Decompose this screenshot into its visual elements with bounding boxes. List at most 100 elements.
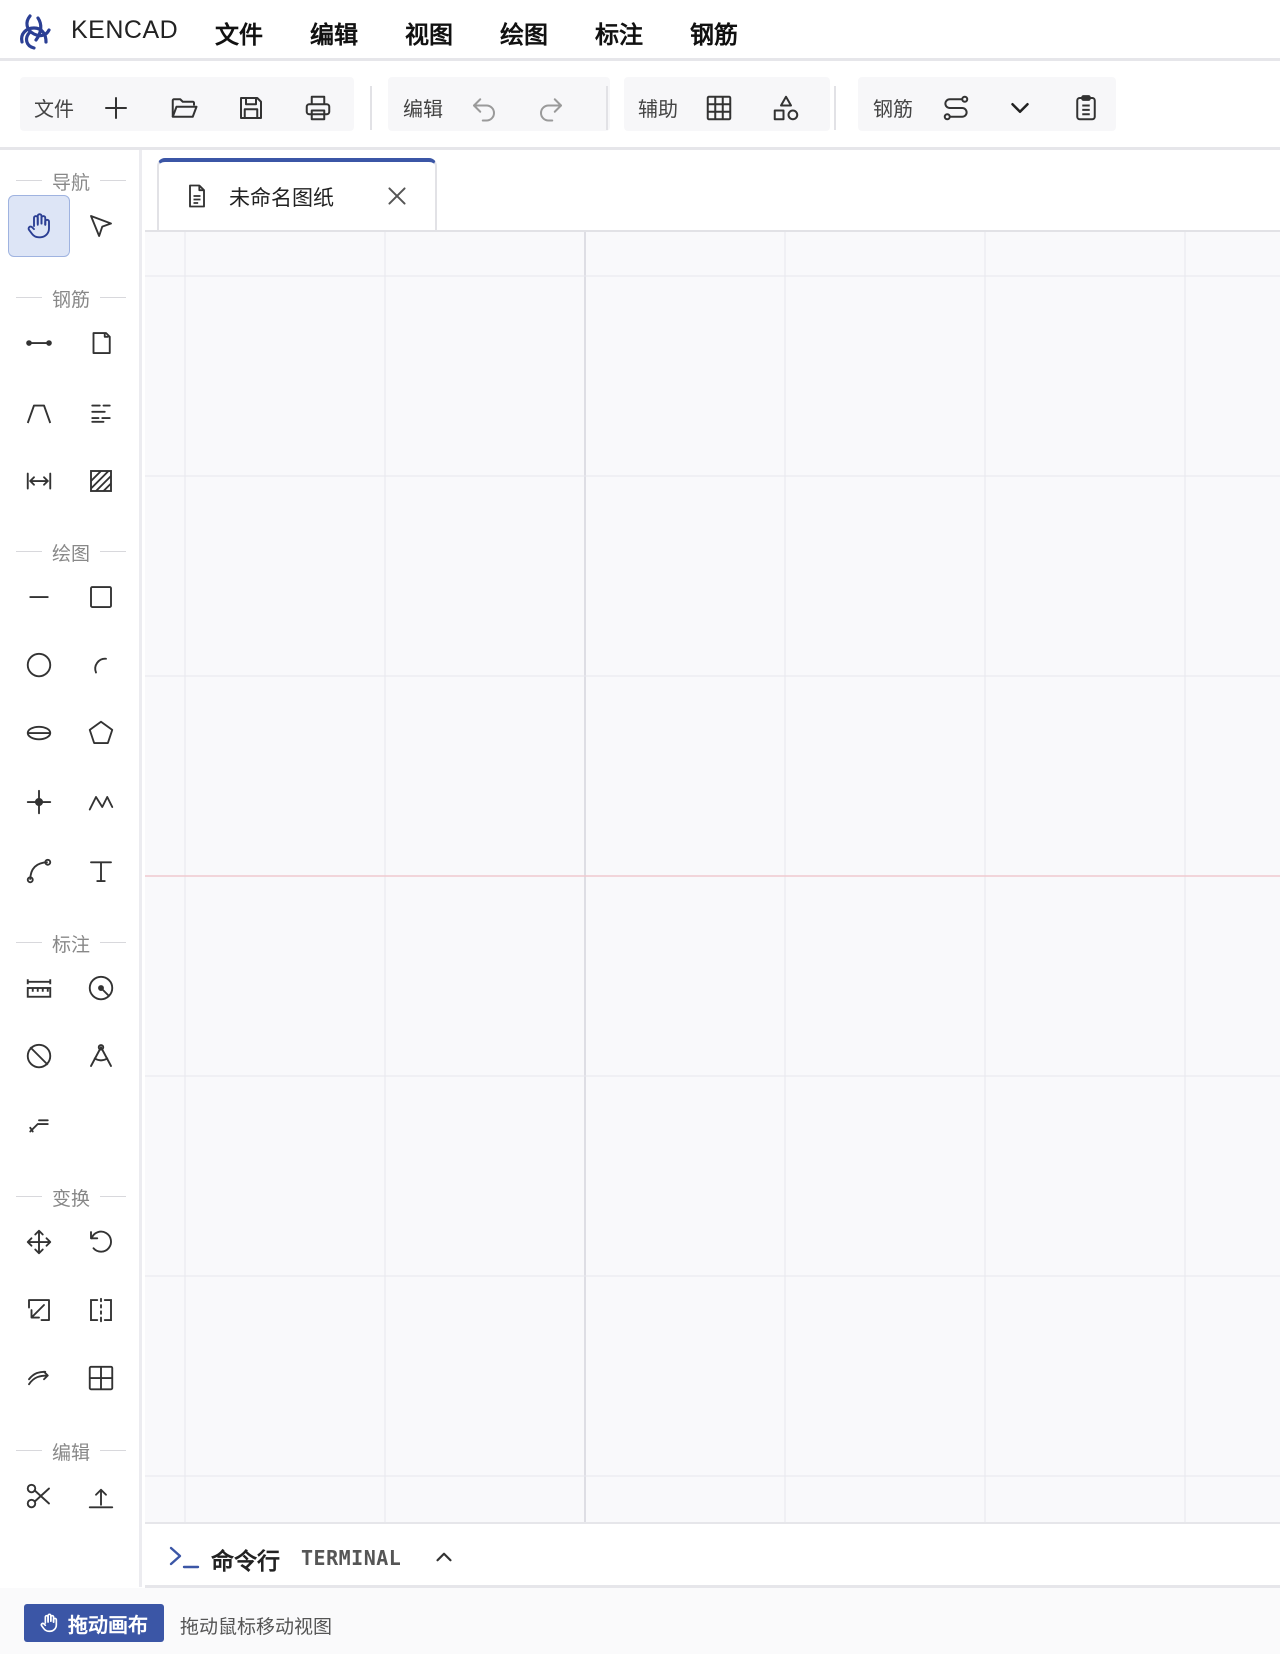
leader-icon (29, 1119, 49, 1133)
bent-bar-icon (26, 404, 52, 424)
redo-button[interactable] (529, 88, 573, 128)
toolbar-edit-label: 编辑 (403, 97, 443, 121)
new-file-button[interactable] (94, 88, 138, 128)
mirror-tool[interactable] (70, 1279, 132, 1341)
menu-rebar[interactable]: 钢筋 (690, 15, 738, 50)
line-tool[interactable] (8, 566, 70, 628)
point-cross-icon (26, 789, 52, 815)
rebar-span-tool[interactable] (8, 450, 70, 512)
polyline-tool[interactable] (70, 771, 132, 833)
rotate-ccw-icon (90, 1230, 112, 1253)
rectangle-tool[interactable] (70, 566, 132, 628)
array-tool[interactable] (70, 1347, 132, 1409)
toolbar-separator (606, 86, 608, 130)
snap-shapes-button[interactable] (764, 88, 808, 128)
ruler-icon (26, 979, 52, 998)
open-file-button[interactable] (162, 88, 206, 128)
status-message: 拖动鼠标移动视图 (180, 1616, 333, 1638)
stirrup-tool[interactable] (70, 312, 132, 374)
pentagon-icon (88, 720, 114, 744)
scale-tool[interactable] (8, 1279, 70, 1341)
offset-tool[interactable] (8, 1347, 70, 1409)
text-tool[interactable] (70, 840, 132, 902)
close-icon (388, 187, 406, 205)
current-mode-button[interactable]: 拖动画布 (24, 1604, 164, 1642)
scale-arrow-icon (28, 1299, 50, 1321)
point-tool[interactable] (8, 771, 70, 833)
compass-angle-icon (90, 1044, 112, 1067)
bent-rebar-tool[interactable] (8, 382, 70, 444)
spline-tool[interactable] (8, 840, 70, 902)
menu-bar: KENCAD 文件 编辑 视图 绘图 标注 钢筋 (0, 0, 1280, 61)
grid-toggle-button[interactable] (697, 88, 741, 128)
rebar-dropdown-button[interactable] (998, 88, 1042, 128)
linear-dimension-tool[interactable] (8, 957, 70, 1019)
section-title-dimension: 标注 (0, 930, 139, 957)
arc-tool[interactable] (70, 634, 132, 696)
terminal-bar[interactable]: 命令行 TERMINAL (145, 1522, 1280, 1588)
select-tool[interactable] (70, 195, 132, 257)
undo-button[interactable] (462, 88, 506, 128)
arc-icon (94, 657, 107, 674)
current-mode-label: 拖动画布 (68, 1612, 148, 1637)
document-tab-title: 未命名图纸 (229, 186, 334, 210)
diameter-dimension-tool[interactable] (8, 1025, 70, 1087)
rebar-area-tool[interactable] (70, 450, 132, 512)
document-icon (189, 184, 205, 208)
toolbar-file-label: 文件 (34, 97, 74, 121)
straight-rebar-tool[interactable] (8, 312, 70, 374)
document-tab[interactable]: 未命名图纸 (157, 158, 437, 230)
angle-dimension-tool[interactable] (70, 1025, 132, 1087)
move-arrows-icon (26, 1229, 52, 1255)
rebar-path-button[interactable] (934, 88, 978, 128)
section-title-nav: 导航 (0, 168, 139, 195)
plus-icon (105, 97, 127, 119)
drawing-canvas[interactable] (145, 232, 1280, 1522)
hand-icon (40, 1613, 58, 1633)
chevron-up-icon (436, 1552, 452, 1562)
print-button[interactable] (296, 88, 340, 128)
trim-tool[interactable] (8, 1465, 70, 1527)
save-button[interactable] (229, 88, 273, 128)
text-t-icon (90, 861, 112, 882)
terminal-title: 命令行 (211, 1549, 280, 1575)
terminal-expand-button[interactable] (427, 1540, 461, 1574)
pan-tool[interactable] (8, 195, 70, 257)
leader-annotation-tool[interactable] (8, 1093, 70, 1155)
line-with-dots-icon (26, 340, 52, 346)
menu-view[interactable]: 视图 (405, 15, 453, 50)
rotate-tool[interactable] (70, 1211, 132, 1273)
diameter-icon (26, 1043, 52, 1069)
menu-dimension[interactable]: 标注 (595, 15, 643, 50)
menu-edit[interactable]: 编辑 (310, 15, 358, 50)
circle-tool[interactable] (8, 634, 70, 696)
radius-dimension-tool[interactable] (70, 957, 132, 1019)
tool-panel: 导航 钢筋 绘图 标注 变换 编辑 (0, 150, 142, 1587)
line-icon (29, 596, 49, 598)
clipboard-button[interactable] (1064, 88, 1108, 128)
polygon-tool[interactable] (70, 702, 132, 764)
ellipse-tool[interactable] (8, 702, 70, 764)
distributed-rebar-tool[interactable] (70, 382, 132, 444)
terminal-subtitle: TERMINAL (301, 1546, 402, 1570)
menu-file[interactable]: 文件 (215, 15, 263, 50)
save-icon (240, 97, 262, 119)
close-tab-button[interactable] (379, 178, 415, 214)
canvas-grid (145, 232, 1280, 1522)
section-title-transform: 变换 (0, 1184, 139, 1211)
section-title-rebar: 钢筋 (0, 285, 139, 312)
hand-icon (27, 213, 50, 239)
grid-icon (706, 95, 732, 121)
menu-draw[interactable]: 绘图 (500, 15, 548, 50)
extend-tool[interactable] (70, 1465, 132, 1527)
terminal-prompt-icon (169, 1546, 200, 1569)
toolbar-separator (370, 86, 372, 130)
redo-icon (540, 98, 562, 122)
undo-icon (473, 98, 495, 122)
move-tool[interactable] (8, 1211, 70, 1273)
radius-icon (88, 975, 114, 1001)
app-name: KENCAD (71, 16, 179, 44)
scissors-icon (26, 1483, 50, 1509)
span-width-icon (26, 472, 52, 490)
rectangle-icon (90, 586, 112, 608)
